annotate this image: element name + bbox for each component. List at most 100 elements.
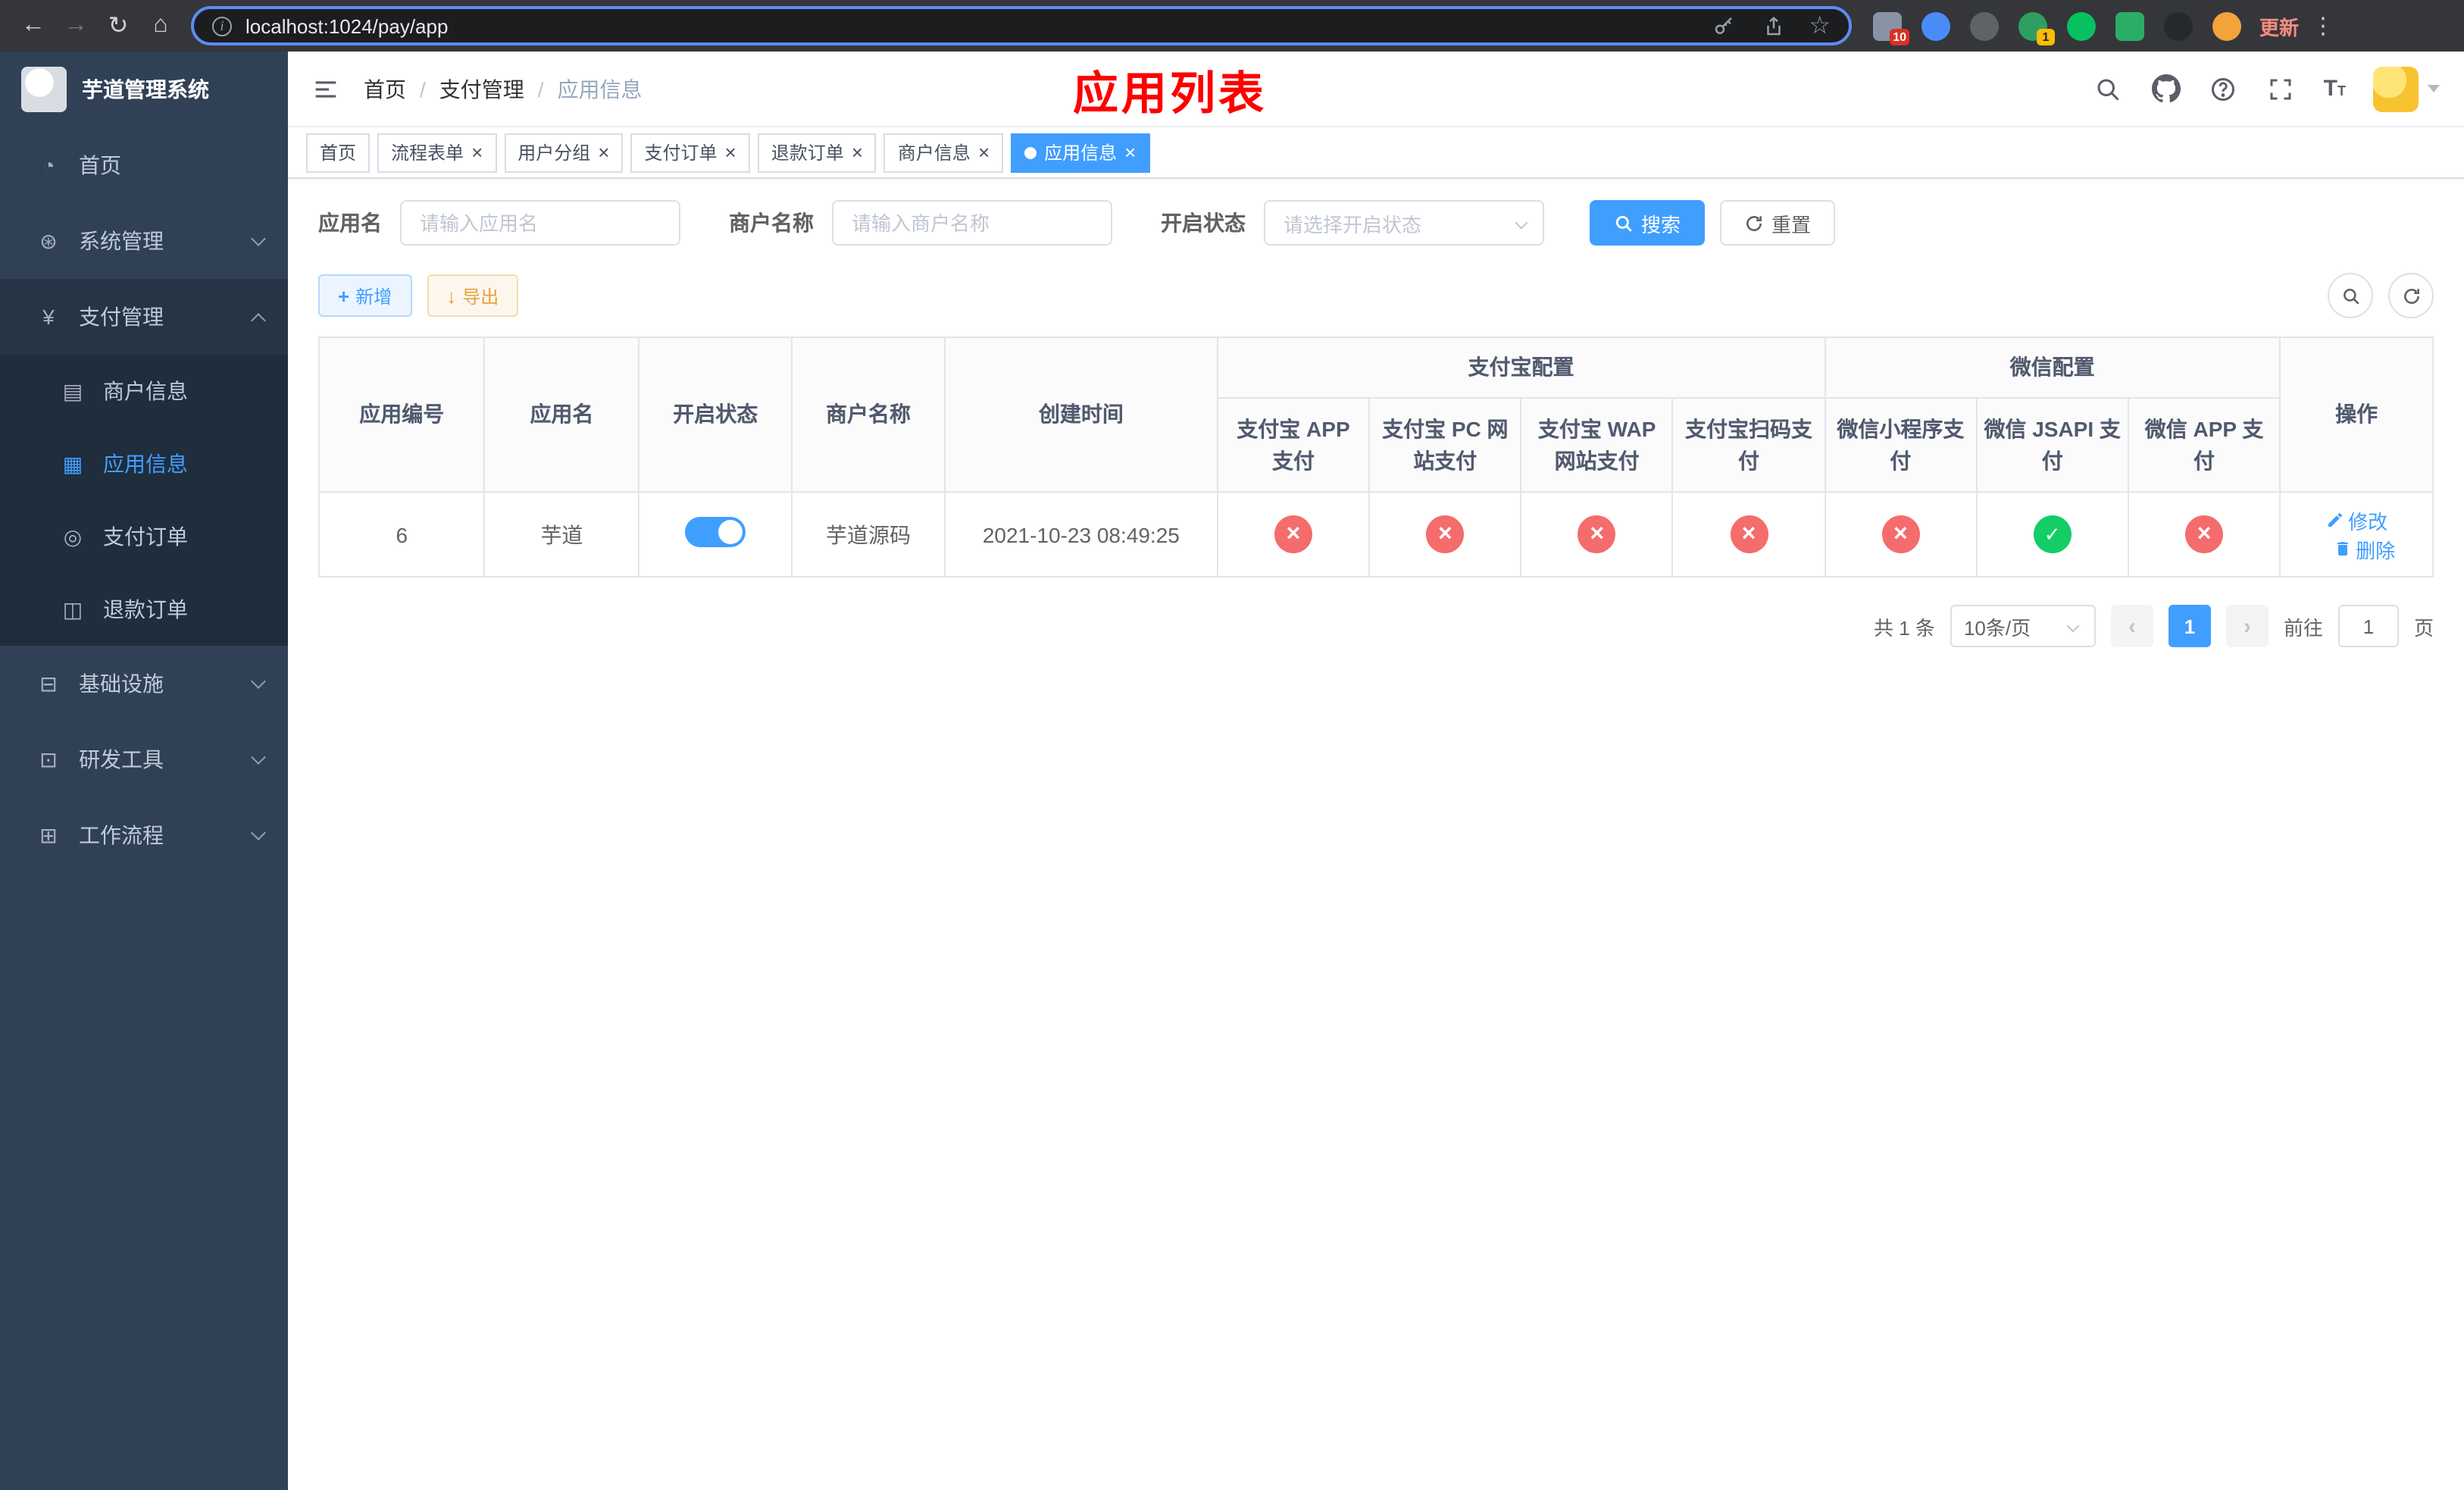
- browser-menu-icon[interactable]: ⋮: [2311, 12, 2335, 39]
- next-page-button[interactable]: ›: [2225, 605, 2269, 647]
- close-icon[interactable]: ×: [1124, 142, 1136, 162]
- cell-app-name: 芋道: [483, 491, 640, 578]
- address-bar[interactable]: i localhost:1024/pay/app ☆: [191, 6, 1852, 45]
- tab-homepage[interactable]: 首页: [306, 133, 371, 172]
- bookmark-star-icon[interactable]: ☆: [1809, 11, 1831, 41]
- col-wx-jsapi: 微信 JSAPI 支付: [1975, 397, 2129, 493]
- tab-merchant-info[interactable]: 商户信息 ×: [883, 133, 1004, 172]
- font-size-icon[interactable]: TT: [2324, 76, 2346, 102]
- browser-home-button[interactable]: ⌂: [139, 5, 182, 47]
- sidebar-item-label: 支付管理: [79, 305, 164, 329]
- extension-icon[interactable]: [2115, 11, 2144, 40]
- chrome-update-button[interactable]: 更新: [2259, 11, 2299, 40]
- sidebar-subitem-refund-order[interactable]: ◫ 退款订单: [0, 573, 288, 646]
- goto-page-input[interactable]: [2337, 605, 2399, 647]
- search-icon[interactable]: [2093, 74, 2124, 104]
- github-icon[interactable]: [2151, 74, 2181, 104]
- page-size-select[interactable]: 10条/页: [1950, 605, 2096, 647]
- extension-icon[interactable]: [2212, 11, 2241, 40]
- close-icon[interactable]: ×: [978, 142, 990, 162]
- fullscreen-icon[interactable]: [2266, 74, 2297, 104]
- sidebar-subitem-pay-order[interactable]: ◎ 支付订单: [0, 500, 288, 573]
- sidebar: 芋道管理系统 ◔ 首页 ⊛ 系统管理 ¥ 支付管理 ▤ 商户信息 ▦ 应用信息 …: [0, 52, 288, 1490]
- browser-reload-button[interactable]: ↻: [97, 5, 139, 47]
- sidebar-item-infrastructure[interactable]: ⊟ 基础设施: [0, 646, 288, 722]
- browser-back-button[interactable]: ←: [12, 5, 55, 47]
- app-name-label: 应用名: [318, 211, 382, 235]
- browser-forward-button[interactable]: →: [55, 5, 97, 47]
- page-number-button[interactable]: 1: [2168, 605, 2211, 647]
- sidebar-item-payment[interactable]: ¥ 支付管理: [0, 279, 288, 355]
- sidebar-subitem-app-info[interactable]: ▦ 应用信息: [0, 427, 288, 500]
- workflow-icon: ⊞: [39, 822, 58, 847]
- page-unit-label: 页: [2413, 616, 2434, 639]
- share-icon[interactable]: [1759, 11, 1789, 41]
- add-button[interactable]: + 新增: [318, 274, 412, 317]
- cell-actions: 修改 删除: [2279, 491, 2434, 578]
- app-name-input[interactable]: [400, 200, 680, 246]
- extension-icon[interactable]: 10: [1873, 11, 1909, 45]
- sidebar-subitem-merchant-info[interactable]: ▤ 商户信息: [0, 355, 288, 427]
- col-wx-lite: 微信小程序支付: [1824, 397, 1978, 493]
- breadcrumb-payment[interactable]: 支付管理: [439, 74, 524, 104]
- tab-app-info[interactable]: 应用信息 ×: [1011, 133, 1150, 172]
- extensions-area: 10 1: [1873, 11, 2241, 45]
- sidebar-item-devtools[interactable]: ⊡ 研发工具: [0, 722, 288, 797]
- breadcrumb-home[interactable]: 首页: [364, 74, 406, 104]
- close-icon[interactable]: ×: [725, 142, 736, 162]
- tab-process-form[interactable]: 流程表单 ×: [377, 133, 497, 172]
- reset-button[interactable]: 重置: [1720, 200, 1836, 246]
- col-created: 创建时间: [943, 337, 1218, 493]
- active-dot: [1024, 146, 1037, 158]
- group-wechat-config: 微信配置: [1824, 337, 2281, 399]
- extension-icon[interactable]: [1970, 11, 1999, 40]
- tab-pay-order[interactable]: 支付订单 ×: [630, 133, 750, 172]
- cell-wx-lite: [1824, 491, 1978, 578]
- close-icon[interactable]: ×: [598, 142, 609, 162]
- toggle-search-button[interactable]: [2328, 273, 2373, 318]
- user-menu[interactable]: [2373, 66, 2440, 111]
- total-count: 共 1 条: [1874, 616, 1935, 639]
- status-toggle[interactable]: [685, 517, 746, 547]
- merchant-name-input[interactable]: [832, 200, 1112, 246]
- site-info-icon[interactable]: i: [212, 16, 232, 36]
- cell-created: 2021-10-23 08:49:25: [943, 491, 1218, 578]
- help-icon[interactable]: [2209, 74, 2239, 104]
- app-logo[interactable]: 芋道管理系统: [0, 52, 288, 127]
- cell-app-id: 6: [317, 491, 486, 578]
- export-button[interactable]: ↓ 导出: [427, 274, 519, 317]
- sidebar-item-system[interactable]: ⊛ 系统管理: [0, 203, 288, 279]
- status-label: 开启状态: [1161, 211, 1246, 235]
- password-key-icon[interactable]: [1709, 11, 1739, 41]
- dashboard-icon: ◔: [42, 153, 55, 177]
- close-icon[interactable]: ×: [852, 142, 863, 162]
- sidebar-item-label: 系统管理: [79, 229, 164, 253]
- page-title: 应用列表: [1073, 69, 1267, 119]
- refresh-button[interactable]: [2388, 273, 2434, 318]
- extension-icon[interactable]: 1: [2018, 11, 2055, 45]
- extension-icon[interactable]: [2067, 11, 2096, 40]
- sidebar-item-workflow[interactable]: ⊞ 工作流程: [0, 797, 288, 873]
- sidebar-toggle-button[interactable]: [288, 51, 364, 127]
- tab-refund-order[interactable]: 退款订单 ×: [757, 133, 877, 172]
- tab-user-group[interactable]: 用户分组 ×: [504, 133, 624, 172]
- col-wx-app: 微信 APP 支付: [2127, 397, 2281, 493]
- app-title: 芋道管理系统: [82, 77, 209, 102]
- col-status: 开启状态: [638, 337, 793, 493]
- sidebar-item-label: 首页: [79, 153, 121, 177]
- status-select[interactable]: 请选择开启状态: [1264, 200, 1544, 246]
- col-actions: 操作: [2279, 337, 2434, 493]
- sidebar-item-home[interactable]: ◔ 首页: [0, 127, 288, 203]
- top-navbar: 首页 / 支付管理 / 应用信息 应用列表 T T: [288, 52, 2464, 127]
- breadcrumb-separator: /: [537, 77, 544, 101]
- delete-link[interactable]: 删除: [2333, 534, 2395, 563]
- close-icon[interactable]: ×: [471, 142, 483, 162]
- edit-link[interactable]: 修改: [2325, 506, 2387, 534]
- status-badge: [1881, 515, 1920, 553]
- chevron-down-icon: [1515, 216, 1528, 230]
- extension-icon[interactable]: [1921, 11, 1950, 40]
- prev-page-button[interactable]: ‹: [2110, 605, 2153, 647]
- extension-badge: 1: [2037, 28, 2055, 45]
- search-button[interactable]: 搜索: [1590, 200, 1706, 246]
- extension-icon[interactable]: [2164, 11, 2193, 40]
